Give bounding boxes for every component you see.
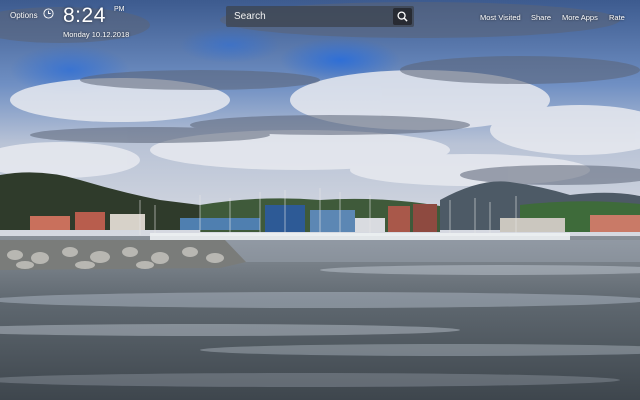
clock-time: 8:24 (63, 4, 106, 27)
search-icon (397, 11, 408, 22)
harbor-scene (0, 0, 640, 400)
clock-icon[interactable] (43, 8, 54, 19)
search-input[interactable] (234, 9, 394, 24)
search-bar (226, 6, 414, 27)
most-visited-link[interactable]: Most Visited (480, 13, 521, 22)
wallpaper-background (0, 0, 640, 400)
share-link[interactable]: Share (531, 13, 551, 22)
clock-meridiem: PM (114, 6, 125, 13)
search-button[interactable] (393, 8, 412, 25)
clock-date: Monday 10.12.2018 (63, 30, 130, 39)
rate-link[interactable]: Rate (609, 13, 625, 22)
more-apps-link[interactable]: More Apps (562, 13, 598, 22)
options-link[interactable]: Options (10, 11, 38, 20)
